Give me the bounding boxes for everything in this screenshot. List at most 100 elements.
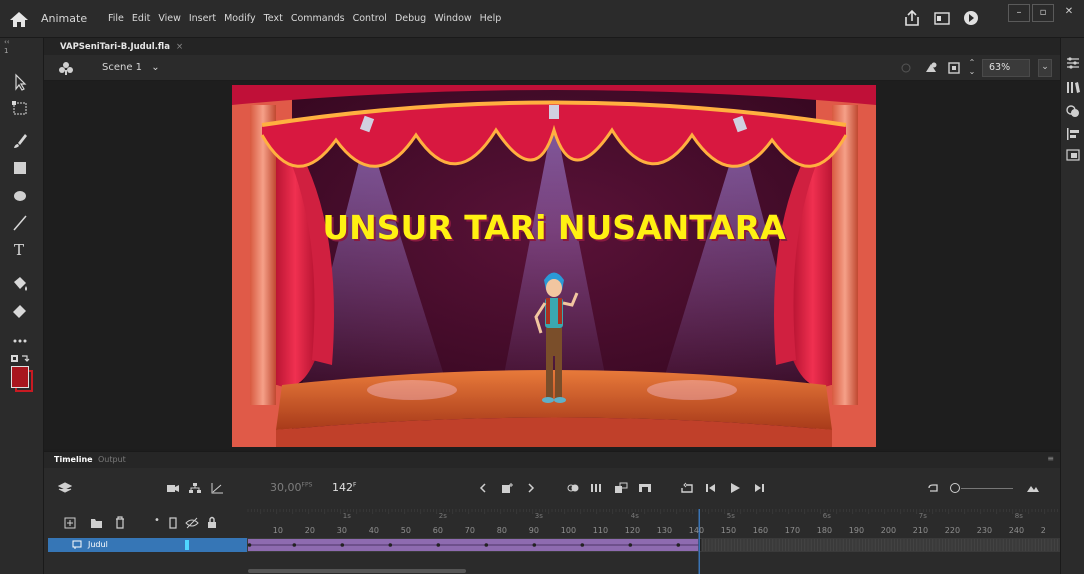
free-transform-tool-icon[interactable] [9,98,31,118]
eraser-tool-icon[interactable] [9,300,31,320]
next-keyframe-icon[interactable] [524,482,538,494]
menu-window[interactable]: Window [434,13,471,24]
home-icon[interactable] [9,10,29,28]
edit-bar: Scene 1 ⌄ ⌃ ⌄ 63% ⌄ [44,55,1060,81]
properties-icon[interactable] [1065,56,1081,70]
rectangle-tool-icon[interactable] [9,158,31,178]
library-icon[interactable] [1065,80,1081,94]
frame-size-slider-track[interactable] [961,488,1013,489]
tab-timeline[interactable]: Timeline [54,455,93,464]
keyframe-dot [484,543,489,547]
graph-editor-icon[interactable] [210,482,224,494]
menu-control[interactable]: Control [353,13,387,24]
undo-zoom-icon[interactable] [926,482,940,494]
frame-size-slider-handle[interactable] [950,483,960,493]
frame-number: 230 [977,526,992,535]
outline-layer-icon[interactable] [169,517,177,529]
layer-parenting-icon[interactable] [188,482,202,494]
line-tool-icon[interactable] [9,213,31,233]
menu-insert[interactable]: Insert [189,13,216,24]
selection-tool-icon[interactable] [9,72,31,92]
zoom-field[interactable]: 63% [982,59,1030,77]
step-forward-icon[interactable] [752,482,766,494]
frame-grid[interactable]: 1s 2s 3s 4s 5s 6s 7s 8s 10 20 30 40 50 60 70 80 90 100 110… [247,509,1060,574]
frame-span-icon[interactable] [638,482,652,494]
paint-bucket-tool-icon[interactable] [9,274,31,294]
scene-label: Scene 1 [102,62,143,73]
assets-icon[interactable] [1065,104,1081,118]
keyframe-dot [388,543,393,547]
seconds-label: 7s [919,512,927,520]
menu-debug[interactable]: Debug [395,13,426,24]
document-tab-label: VAPSeniTari-B.Judul.fla [60,42,170,52]
document-tab[interactable]: VAPSeniTari-B.Judul.fla × [54,39,189,55]
test-movie-icon[interactable] [962,9,980,27]
loop-icon[interactable] [680,482,694,494]
stage[interactable]: UNSUR TARi NUSANTARA [232,85,876,447]
menu-help[interactable]: Help [480,13,502,24]
more-tools-icon[interactable] [9,331,31,351]
seconds-label: 3s [535,512,543,520]
brush-tool-icon[interactable] [9,131,31,151]
layer-name[interactable]: Judul [88,540,108,549]
current-frame-display[interactable]: 142F [332,481,356,494]
zoom-stepper[interactable]: ⌃ ⌄ [966,58,978,78]
menu-view[interactable]: View [158,13,181,24]
zoom-dropdown-icon[interactable]: ⌄ [1038,59,1052,77]
timeline-frames[interactable]: 1s 2s 3s 4s 5s 6s 7s 8s 10 20 30 40 50 60 70 80 90 100 110… [247,509,1060,574]
onion-skin-icon[interactable] [566,482,580,494]
tab-output[interactable]: Output [98,455,126,464]
timeline-scrollbar[interactable] [248,569,466,573]
menu-commands[interactable]: Commands [291,13,345,24]
share-icon[interactable] [903,9,921,27]
mountains-zoom-icon[interactable] [1026,482,1040,494]
highlight-layer-icon[interactable]: • [154,515,160,526]
scene-selector[interactable]: Scene 1 ⌄ [102,62,160,73]
text-tool-icon[interactable]: T [9,239,31,259]
clip-content-icon[interactable] [947,61,961,75]
panel-collapse[interactable]: ‹‹ [4,38,10,46]
restore-button[interactable]: ▫ [1032,4,1054,22]
menu-edit[interactable]: Edit [132,13,150,24]
layer-row[interactable]: Judul [48,538,247,552]
seconds-label: 8s [1015,512,1023,520]
lock-icon[interactable] [206,516,218,529]
delete-layer-icon[interactable] [114,516,126,529]
menu-bar: Animate File Edit View Insert Modify Tex… [0,0,1084,38]
add-folder-icon[interactable] [90,517,103,529]
menu-file[interactable]: File [108,13,124,24]
edit-multiple-frames-icon[interactable] [590,482,604,494]
center-stage-icon[interactable] [900,62,912,74]
frame-number: 210 [913,526,928,535]
create-tween-icon[interactable] [614,482,628,494]
camera-icon[interactable] [166,482,180,494]
fill-color-swatch[interactable] [11,366,29,388]
hide-layer-icon[interactable] [185,517,199,529]
keyframe-dot [532,543,537,547]
previous-keyframe-icon[interactable] [476,482,490,494]
add-layer-icon[interactable] [64,517,76,529]
play-icon[interactable] [728,482,742,494]
panel-menu-icon[interactable]: ≡ [1047,454,1054,463]
frame-number: 180 [817,526,832,535]
transform-icon[interactable] [1065,148,1081,162]
close-window-button[interactable]: ✕ [1058,4,1080,22]
close-tab-icon[interactable]: × [176,42,183,52]
insert-keyframe-icon[interactable] [500,482,514,494]
stage-title-text[interactable]: UNSUR TARi NUSANTARA [232,208,876,247]
step-back-icon[interactable] [704,482,718,494]
align-icon[interactable] [1065,127,1081,141]
scene-symbol-icon[interactable] [58,60,74,76]
workspace-layout-icon[interactable] [933,9,951,27]
fps-display[interactable]: 30,00FPS [270,481,312,494]
keyframe-dot [247,543,252,547]
layer-color-marker[interactable] [185,540,189,550]
layers-icon[interactable] [58,482,72,494]
menu-text[interactable]: Text [264,13,283,24]
minimize-button[interactable]: – [1008,4,1030,22]
edit-symbols-icon[interactable] [923,60,939,76]
frame-number: 130 [657,526,672,535]
fps-unit: FPS [301,481,313,489]
menu-modify[interactable]: Modify [224,13,255,24]
oval-tool-icon[interactable] [9,186,31,206]
